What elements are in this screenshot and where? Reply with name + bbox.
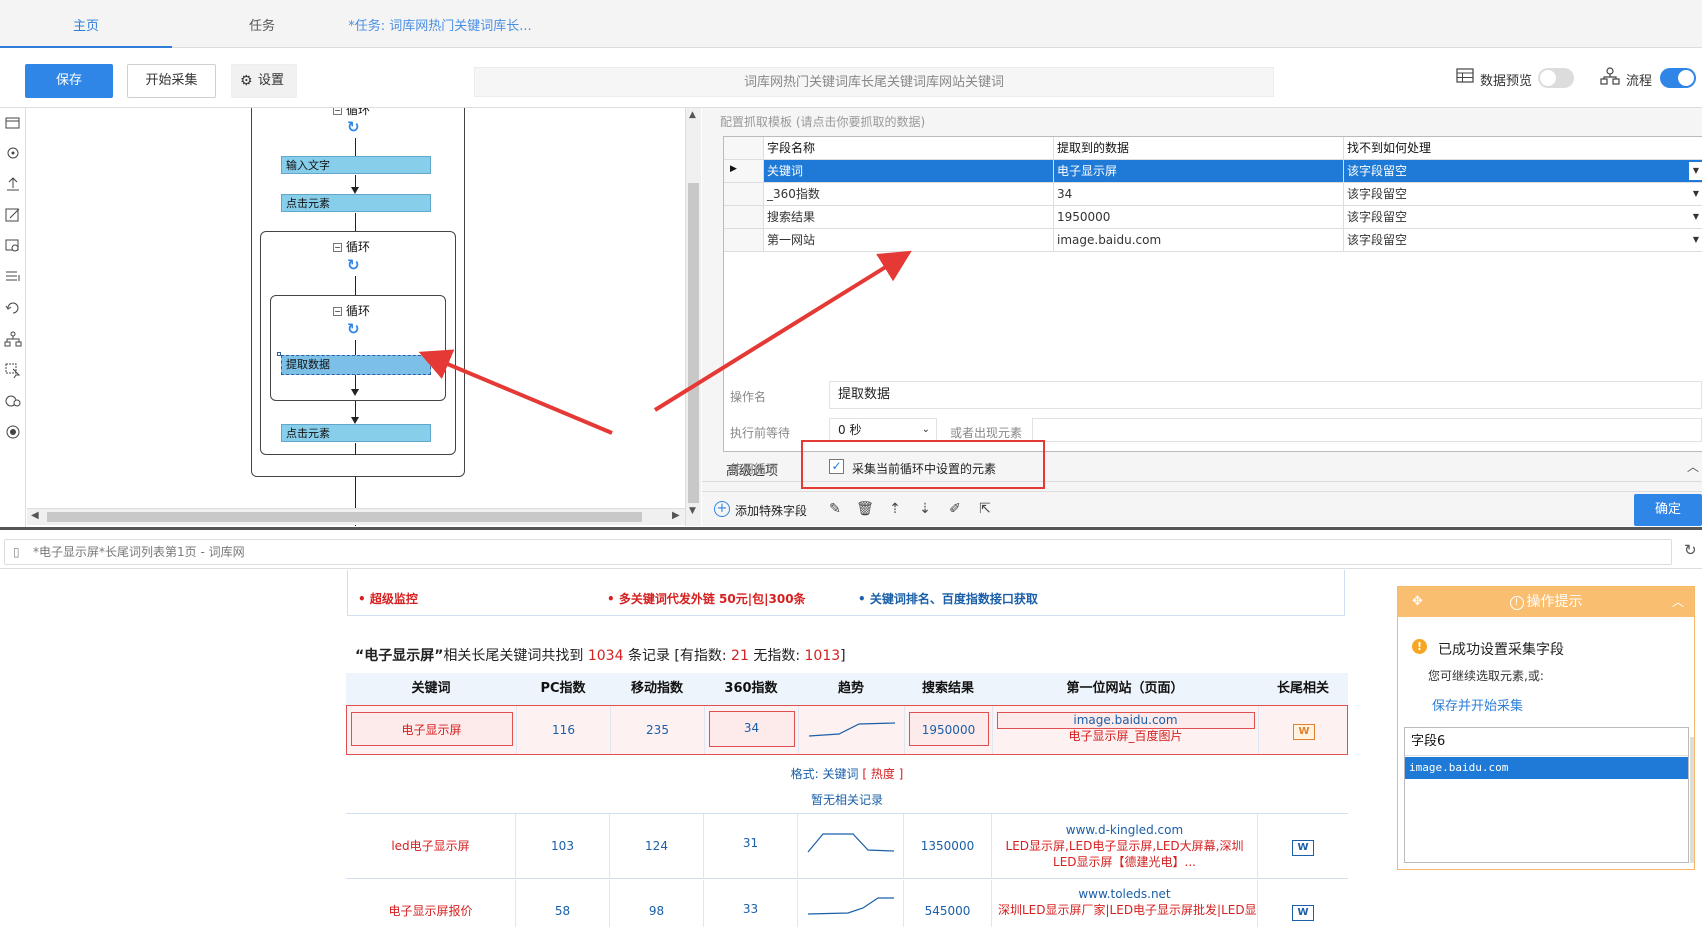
cell-360: 31 xyxy=(704,814,798,878)
site-link[interactable]: www.toleds.net xyxy=(992,886,1257,902)
th-site: 第一位网站（页面） xyxy=(992,673,1258,705)
cell-site: www.d-kingled.com LED显示屏,LED电子显示屏,LED大屏幕… xyxy=(992,814,1258,878)
cell-trend xyxy=(798,814,904,878)
th-related: 长尾相关 xyxy=(1258,673,1348,705)
tip-list-header: 字段6 xyxy=(1405,728,1688,756)
cell-pc: 58 xyxy=(516,880,610,927)
browser-bar: ▯ *电子显示屏*长尾词列表第1页 - 词库网 ↻ xyxy=(0,527,1702,569)
tip-list-selected[interactable]: image.baidu.com xyxy=(1405,757,1688,779)
word-doc-icon[interactable]: W xyxy=(1292,905,1314,921)
site-link[interactable]: www.d-kingled.com xyxy=(992,822,1257,838)
cell-mobile: 235 xyxy=(611,706,705,754)
cell-360[interactable]: 34 xyxy=(705,706,799,754)
cell-related: W xyxy=(1259,706,1349,754)
cell-keyword[interactable]: led电子显示屏 xyxy=(346,814,516,878)
promo-link-monitor[interactable]: • 超级监控 xyxy=(358,590,418,607)
site-title-link[interactable]: 深圳LED显示屏厂家|LED电子显示屏批发|LED显 xyxy=(992,902,1257,918)
cell-trend xyxy=(798,880,904,927)
site-link[interactable]: image.baidu.com xyxy=(993,712,1258,728)
cell-site: www.toleds.net 深圳LED显示屏厂家|LED电子显示屏批发|LED… xyxy=(992,880,1258,927)
promo-link-backlinks[interactable]: • 多关键词代发外链 50元|包|300条 xyxy=(607,590,806,607)
cell-keyword[interactable]: 电子显示屏 xyxy=(347,706,517,754)
cell-results: 545000 xyxy=(904,880,992,927)
tip-success-text: 已成功设置采集字段 xyxy=(1438,642,1564,658)
cell-mobile: 124 xyxy=(610,814,704,878)
cell-related: W xyxy=(1258,814,1348,878)
site-title-link[interactable]: 电子显示屏_百度图片 xyxy=(993,728,1258,744)
format-hint: 格式: 关键词 [ 热度 ] xyxy=(790,767,904,781)
cell-360: 33 xyxy=(704,880,798,927)
site-title-link[interactable]: LED显示屏,LED电子显示屏,LED大屏幕,深圳LED显示屏【德建光电】... xyxy=(992,838,1257,870)
cell-site: image.baidu.com 电子显示屏_百度图片 xyxy=(993,706,1259,754)
cell-related: W xyxy=(1258,880,1348,927)
th-mobile: 移动指数 xyxy=(610,673,704,705)
cell-mobile: 98 xyxy=(610,880,704,927)
cell-keyword[interactable]: 电子显示屏报价 xyxy=(346,880,516,927)
info-icon: ! xyxy=(1509,596,1524,610)
table-row-highlighted[interactable]: 电子显示屏 116 235 34 1950000 image.baidu.com… xyxy=(346,705,1348,755)
result-summary: “电子显示屏”相关长尾关键词共找到 1034 条记录 [有指数: 21 无指数:… xyxy=(355,648,846,664)
no-related-text: 暂无相关记录 xyxy=(810,793,883,807)
move-icon[interactable]: ✥ xyxy=(1412,587,1423,617)
tip-field-list[interactable]: 字段6 image.baidu.com xyxy=(1404,727,1689,863)
th-trend: 趋势 xyxy=(798,673,904,705)
collapse-tip-icon[interactable]: ︿ xyxy=(1672,587,1684,617)
promo-links-box: • 超级监控 • 多关键词代发外链 50元|包|300条 • 关键词排名、百度指… xyxy=(347,570,1345,616)
cell-results: 1350000 xyxy=(904,814,992,878)
tip-scrollbar[interactable] xyxy=(1690,737,1694,863)
warning-icon: ! xyxy=(1412,639,1427,654)
table-row[interactable]: 电子显示屏报价 58 98 33 545000 www.toleds.net 深… xyxy=(346,880,1348,927)
th-keyword: 关键词 xyxy=(346,673,516,705)
th-results: 搜索结果 xyxy=(904,673,992,705)
tip-header[interactable]: ✥ ! 操作提示 ︿ xyxy=(1398,587,1694,617)
cell-results[interactable]: 1950000 xyxy=(905,706,993,754)
cell-pc: 103 xyxy=(516,814,610,878)
cell-pc: 116 xyxy=(517,706,611,754)
operation-tip-panel: ✥ ! 操作提示 ︿ ! 已成功设置采集字段 您可继续选取元素,或: 保存并开始采… xyxy=(1397,586,1695,870)
trend-sparkline xyxy=(807,897,894,915)
refresh-icon[interactable]: ↻ xyxy=(1684,541,1697,559)
save-and-start-link[interactable]: 保存并开始采集 xyxy=(1432,695,1523,714)
tip-continue-text: 您可继续选取元素,或: xyxy=(1428,669,1544,683)
th-360: 360指数 xyxy=(704,673,798,705)
address-field[interactable]: ▯ *电子显示屏*长尾词列表第1页 - 词库网 xyxy=(4,539,1672,565)
table-row[interactable]: led电子显示屏 103 124 31 1350000 www.d-kingle… xyxy=(346,814,1348,879)
word-doc-icon[interactable]: W xyxy=(1293,724,1315,740)
word-doc-icon[interactable]: W xyxy=(1292,840,1314,856)
cell-trend xyxy=(799,706,905,754)
trend-sparkline xyxy=(808,722,896,737)
page-icon: ▯ xyxy=(13,545,20,559)
trend-sparkline xyxy=(807,833,895,853)
promo-link-api[interactable]: • 关键词排名、百度指数接口获取 xyxy=(858,590,1038,607)
th-pc: PC指数 xyxy=(516,673,610,705)
